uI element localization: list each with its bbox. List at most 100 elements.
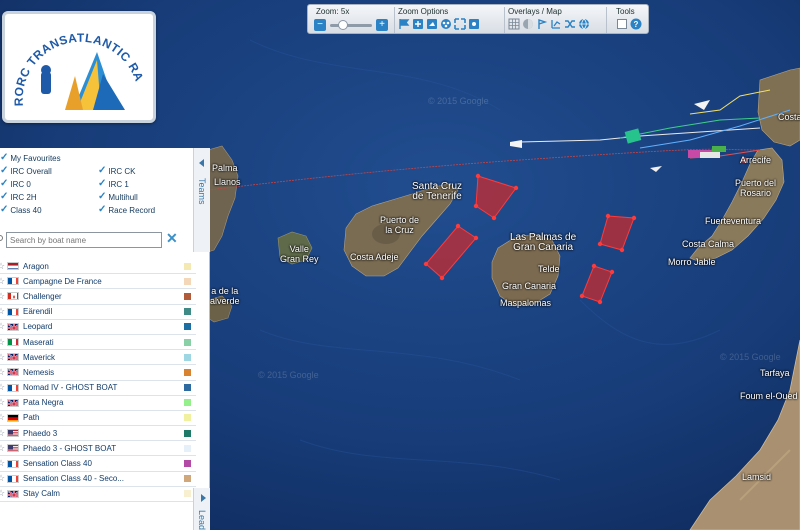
help-icon[interactable]: ? [630, 18, 642, 30]
filter-race-record[interactable]: ✓ Race Record [98, 205, 155, 215]
boat-row[interactable]: ☆ Challenger [0, 289, 196, 305]
boat-row[interactable]: ☆ Path [0, 411, 196, 427]
boat-row[interactable]: ☆ Phaedo 3 - GHOST BOAT [0, 441, 196, 457]
boat-color-swatch[interactable] [184, 444, 191, 452]
filter-multihull[interactable]: ✓ Multihull [98, 192, 138, 202]
boat-row[interactable]: ☆ Leopard [0, 320, 196, 335]
favourite-star-icon[interactable]: ☆ [0, 473, 5, 484]
favourite-star-icon[interactable]: ☆ [0, 291, 5, 302]
favourite-star-icon[interactable]: ☆ [0, 458, 5, 469]
zoom-in-button[interactable]: + [376, 19, 388, 31]
leaderboard-tab[interactable]: Leader [193, 488, 210, 530]
boat-name[interactable]: Maverick [23, 353, 55, 362]
boat-color-swatch[interactable] [184, 277, 191, 285]
expand-arrow-icon[interactable] [201, 494, 206, 502]
teams-tab[interactable]: Teams [193, 148, 210, 252]
boat-color-swatch[interactable] [184, 399, 191, 407]
favourite-star-icon[interactable]: ☆ [0, 337, 5, 348]
boat-row[interactable]: ☆ Sensation Class 40 [0, 456, 196, 472]
boat-name[interactable]: Challenger [23, 292, 62, 301]
favourite-star-icon[interactable]: ☆ [0, 306, 5, 317]
boat-color-swatch[interactable] [184, 384, 191, 392]
boat-row[interactable]: ☆ Nomad IV - GHOST BOAT [0, 381, 196, 396]
favourite-star-icon[interactable]: ☆ [0, 321, 5, 332]
boat-name[interactable]: Phaedo 3 - GHOST BOAT [23, 444, 116, 453]
boat-name[interactable]: Sensation Class 40 - Seco... [23, 474, 124, 483]
boat-color-swatch[interactable] [184, 460, 191, 468]
boat-color-swatch[interactable] [184, 414, 191, 422]
boat-color-swatch[interactable] [184, 353, 191, 361]
filter-irc-0[interactable]: ✓ IRC 0 [0, 179, 31, 189]
boat-color-swatch[interactable] [184, 323, 191, 331]
boat-color-swatch[interactable] [184, 475, 191, 483]
boat-name[interactable]: Nemesis [23, 368, 54, 377]
boat-color-swatch[interactable] [184, 368, 191, 376]
checkbox-icon[interactable] [616, 18, 628, 30]
favourite-star-icon[interactable]: ☆ [0, 428, 5, 439]
boat-name[interactable]: Path [23, 413, 39, 422]
zoom-slider-handle[interactable] [337, 20, 348, 30]
favourite-star-icon[interactable]: ☆ [0, 261, 5, 272]
boat-search-input[interactable] [6, 232, 162, 248]
boat-color-swatch[interactable] [184, 338, 191, 346]
filter-irc-overall[interactable]: ✓ IRC Overall [0, 166, 52, 176]
boat-row[interactable]: ☆ Eärendil [0, 305, 196, 320]
boat-color-swatch[interactable] [184, 308, 191, 316]
boat-row[interactable]: ☆ Phaedo 3 [0, 426, 196, 442]
grid-icon[interactable] [508, 18, 520, 30]
fleet-icon[interactable] [440, 18, 452, 30]
day-night-icon[interactable] [522, 18, 534, 30]
boat-row[interactable]: ☆ Aragon [0, 259, 196, 275]
zoom-out-button[interactable]: − [314, 19, 326, 31]
filter-my-favourites[interactable]: ✓ My Favourites [0, 153, 61, 163]
boat-name[interactable]: Eärendil [23, 307, 52, 316]
flag-icon [7, 383, 19, 392]
layers-icon[interactable] [550, 18, 562, 30]
boat-name[interactable]: Pata Negra [23, 398, 63, 407]
boat-name[interactable]: Sensation Class 40 [23, 459, 92, 468]
boat-row[interactable]: ☆ Maverick [0, 350, 196, 366]
fit-all-icon[interactable] [454, 18, 466, 30]
boat-row[interactable]: ☆ Sensation Class 40 - Seco... [0, 472, 196, 487]
zoom-slider[interactable] [330, 24, 372, 27]
place-gran-canaria: Gran Canaria [502, 281, 557, 291]
favourite-star-icon[interactable]: ☆ [0, 443, 5, 454]
boat-color-swatch[interactable] [184, 490, 191, 498]
favourite-star-icon[interactable]: ☆ [0, 382, 5, 393]
filter-irc-2h[interactable]: ✓ IRC 2H [0, 192, 37, 202]
boat-name[interactable]: Leopard [23, 322, 52, 331]
filter-irc-1[interactable]: ✓ IRC 1 [98, 179, 129, 189]
boat-name[interactable]: Maserati [23, 338, 54, 347]
boat-name[interactable]: Phaedo 3 [23, 429, 57, 438]
boat-name[interactable]: Stay Calm [23, 489, 60, 498]
boat-name[interactable]: Campagne De France [23, 277, 102, 286]
filter-class-40[interactable]: ✓ Class 40 [0, 205, 42, 215]
boat-zoom-icon[interactable] [426, 18, 438, 30]
boat-row[interactable]: ☆ Campagne De France [0, 274, 196, 290]
boat-row[interactable]: ☆ Stay Calm [0, 487, 196, 502]
boat-color-swatch[interactable] [184, 292, 191, 300]
collapse-arrow-icon[interactable] [199, 159, 204, 167]
favourite-star-icon[interactable]: ☆ [0, 397, 5, 408]
boat-row[interactable]: ☆ Nemesis [0, 365, 196, 381]
clear-search-icon[interactable]: ✕ [166, 230, 178, 246]
filter-irc-ck[interactable]: ✓ IRC CK [98, 166, 136, 176]
globe-icon[interactable] [578, 18, 590, 30]
boat-row[interactable]: ☆ Pata Negra [0, 396, 196, 411]
favourite-star-icon[interactable]: ☆ [0, 488, 5, 499]
boat-name[interactable]: Nomad IV - GHOST BOAT [23, 383, 117, 392]
flag-icon[interactable] [398, 18, 410, 30]
center-map-icon[interactable] [468, 18, 480, 30]
zoom-box-icon[interactable] [412, 18, 424, 30]
favourite-star-icon[interactable]: ☆ [0, 367, 5, 378]
shuffle-icon[interactable] [564, 18, 576, 30]
favourite-star-icon[interactable]: ☆ [0, 352, 5, 363]
wind-icon[interactable] [536, 18, 548, 30]
boat-color-swatch[interactable] [184, 262, 191, 270]
boat-name[interactable]: Aragon [23, 262, 49, 271]
place-santa-cruz: Santa Cruz de Tenerife [412, 181, 463, 202]
boat-color-swatch[interactable] [184, 429, 191, 437]
favourite-star-icon[interactable]: ☆ [0, 276, 5, 287]
boat-row[interactable]: ☆ Maserati [0, 335, 196, 351]
favourite-star-icon[interactable]: ☆ [0, 412, 5, 423]
